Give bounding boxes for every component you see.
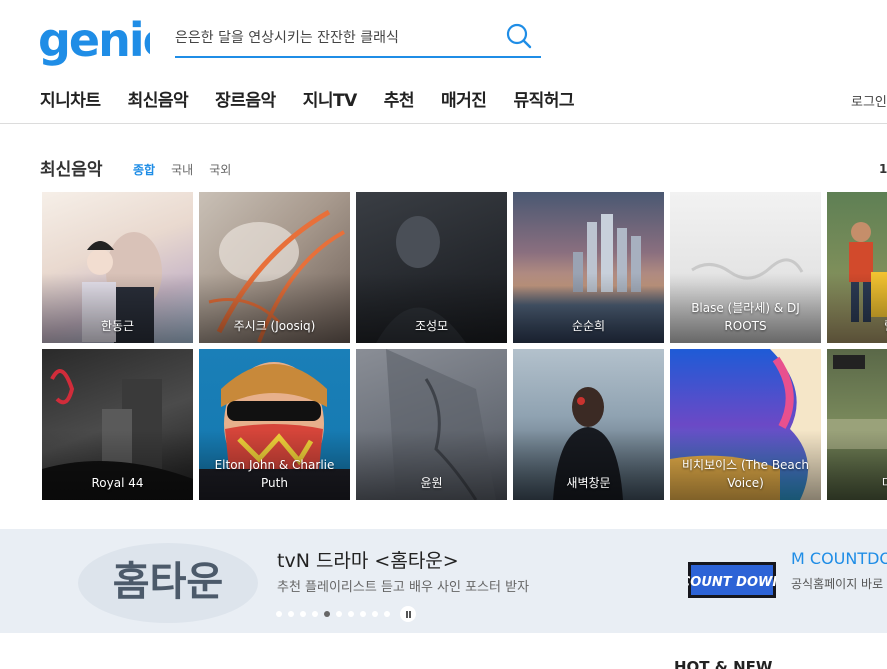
- main-nav: 지니차트 최신음악 장르음악 지니TV 추천 매거진 뮤직허그: [40, 86, 574, 111]
- album-card[interactable]: 한동근: [42, 192, 193, 343]
- nav-item-latest[interactable]: 최신음악: [128, 86, 189, 111]
- search-icon[interactable]: [505, 22, 533, 50]
- banner-dot[interactable]: [276, 611, 282, 617]
- search-bar: [175, 18, 541, 58]
- tab-foreign[interactable]: 국외: [209, 161, 231, 178]
- album-artist: 순순희: [571, 319, 606, 333]
- banner-dot[interactable]: [300, 611, 306, 617]
- search-input[interactable]: [175, 26, 495, 50]
- album-card[interactable]: 미소 (미: [827, 349, 887, 500]
- nav-item-music-hug[interactable]: 뮤직허그: [513, 86, 574, 111]
- header-divider: [0, 123, 887, 124]
- album-artist: Elton John & Charlie Puth: [214, 458, 335, 490]
- tab-domestic[interactable]: 국내: [171, 161, 193, 178]
- nav-item-magazine[interactable]: 매거진: [441, 86, 487, 111]
- album-artist: 윤원: [420, 476, 443, 490]
- banner-pagination: [276, 606, 416, 622]
- album-card[interactable]: Blase (블라세) & DJ ROOTS: [670, 192, 821, 343]
- genie-home-page: genie 지니차트 최신음악 장르음악 지니TV 추천 매거진 뮤직허그 로그…: [0, 0, 887, 669]
- tab-all[interactable]: 종합: [133, 161, 155, 178]
- hometown-art-text: 홈타운: [113, 559, 223, 605]
- album-card[interactable]: 비치보이스 (The Beach Voice): [670, 349, 821, 500]
- album-card[interactable]: 새벽창문: [513, 349, 664, 500]
- hometown-title-art: 홈타운: [78, 543, 258, 623]
- login-link[interactable]: 로그인: [851, 91, 887, 110]
- genie-logo[interactable]: genie: [38, 16, 150, 72]
- banner-dot[interactable]: [324, 611, 330, 617]
- nav-item-chart[interactable]: 지니차트: [40, 86, 101, 111]
- album-card[interactable]: 조성모: [356, 192, 507, 343]
- album-card[interactable]: 윤원: [356, 349, 507, 500]
- album-artist: Blase (블라세) & DJ ROOTS: [691, 301, 800, 333]
- banner-dot[interactable]: [336, 611, 342, 617]
- pause-icon[interactable]: [400, 606, 416, 622]
- mcountdown-logo[interactable]: COUNT DOWN: [688, 562, 776, 598]
- mcountdown-logo-text: COUNT DOWN: [688, 575, 776, 590]
- nav-item-genie-tv[interactable]: 지니TV: [303, 86, 358, 111]
- banner-title[interactable]: tvN 드라마 <홈타운>: [277, 546, 459, 573]
- banner2-subtitle: 공식홈페이지 바로: [791, 577, 884, 591]
- album-card[interactable]: 순순희: [513, 192, 664, 343]
- banner-dot[interactable]: [348, 611, 354, 617]
- album-card[interactable]: Elton John & Charlie Puth: [199, 349, 350, 500]
- album-artist: 주시크 (Joosiq): [233, 319, 316, 333]
- banner-dot[interactable]: [384, 611, 390, 617]
- banner2-title[interactable]: M COUNTDO: [791, 549, 887, 568]
- album-artist: 미소 (미: [833, 474, 887, 492]
- nav-item-recommend[interactable]: 추천: [384, 86, 415, 111]
- banner-dot[interactable]: [360, 611, 366, 617]
- latest-tabs: 종합 국내 국외: [133, 161, 231, 178]
- album-artist: 새벽창문: [566, 476, 611, 490]
- page-indicator: 1: [879, 162, 887, 176]
- section-title-latest: 최신음악: [40, 160, 103, 180]
- banner-subtitle: 추천 플레이리스트 듣고 배우 사인 포스터 받자: [277, 580, 530, 595]
- svg-text:genie: genie: [38, 16, 150, 67]
- album-artist: 조성모: [414, 319, 449, 333]
- section-heading-left: [40, 660, 120, 669]
- banner-dot[interactable]: [288, 611, 294, 617]
- album-artist: Royal 44: [91, 476, 144, 490]
- banner-dot[interactable]: [312, 611, 318, 617]
- album-card[interactable]: 릴 보이: [827, 192, 887, 343]
- album-card[interactable]: Royal 44: [42, 349, 193, 500]
- album-artist: 비치보이스 (The Beach Voice): [681, 458, 809, 490]
- album-artist: 릴 보이: [833, 317, 887, 335]
- album-card[interactable]: 주시크 (Joosiq): [199, 192, 350, 343]
- banner-dot[interactable]: [372, 611, 378, 617]
- section-heading-hot-new: HOT & NEW: [674, 658, 773, 669]
- album-artist: 한동근: [100, 319, 135, 333]
- nav-item-genre[interactable]: 장르음악: [215, 86, 276, 111]
